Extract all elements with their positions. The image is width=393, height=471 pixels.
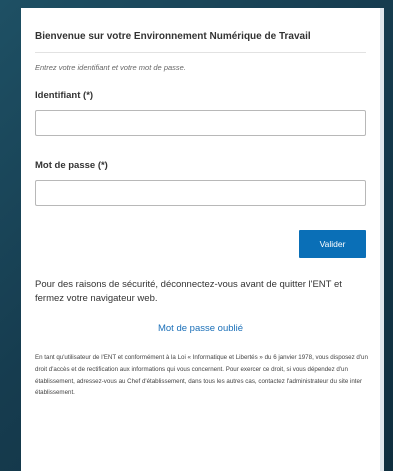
login-panel: Bienvenue sur votre Environnement Numéri… <box>21 8 384 471</box>
security-note: Pour des raisons de sécurité, déconnecte… <box>35 279 342 304</box>
username-label: Identifiant (*) <box>35 90 94 101</box>
password-input[interactable] <box>35 180 366 206</box>
title-divider <box>35 52 366 53</box>
legal-notice: En tant qu'utilisateur de l'ENT et confo… <box>35 354 368 397</box>
login-hint: Entrez votre identifiant et votre mot de… <box>35 63 186 72</box>
submit-button[interactable]: Valider <box>299 230 366 258</box>
username-input[interactable] <box>35 110 366 136</box>
forgot-password-link[interactable]: Mot de passe oublié <box>158 323 243 334</box>
page-title: Bienvenue sur votre Environnement Numéri… <box>35 31 311 42</box>
password-label: Mot de passe (*) <box>35 160 108 171</box>
submit-row: Valider <box>35 230 366 258</box>
forgot-password-row: Mot de passe oublié <box>35 318 366 336</box>
